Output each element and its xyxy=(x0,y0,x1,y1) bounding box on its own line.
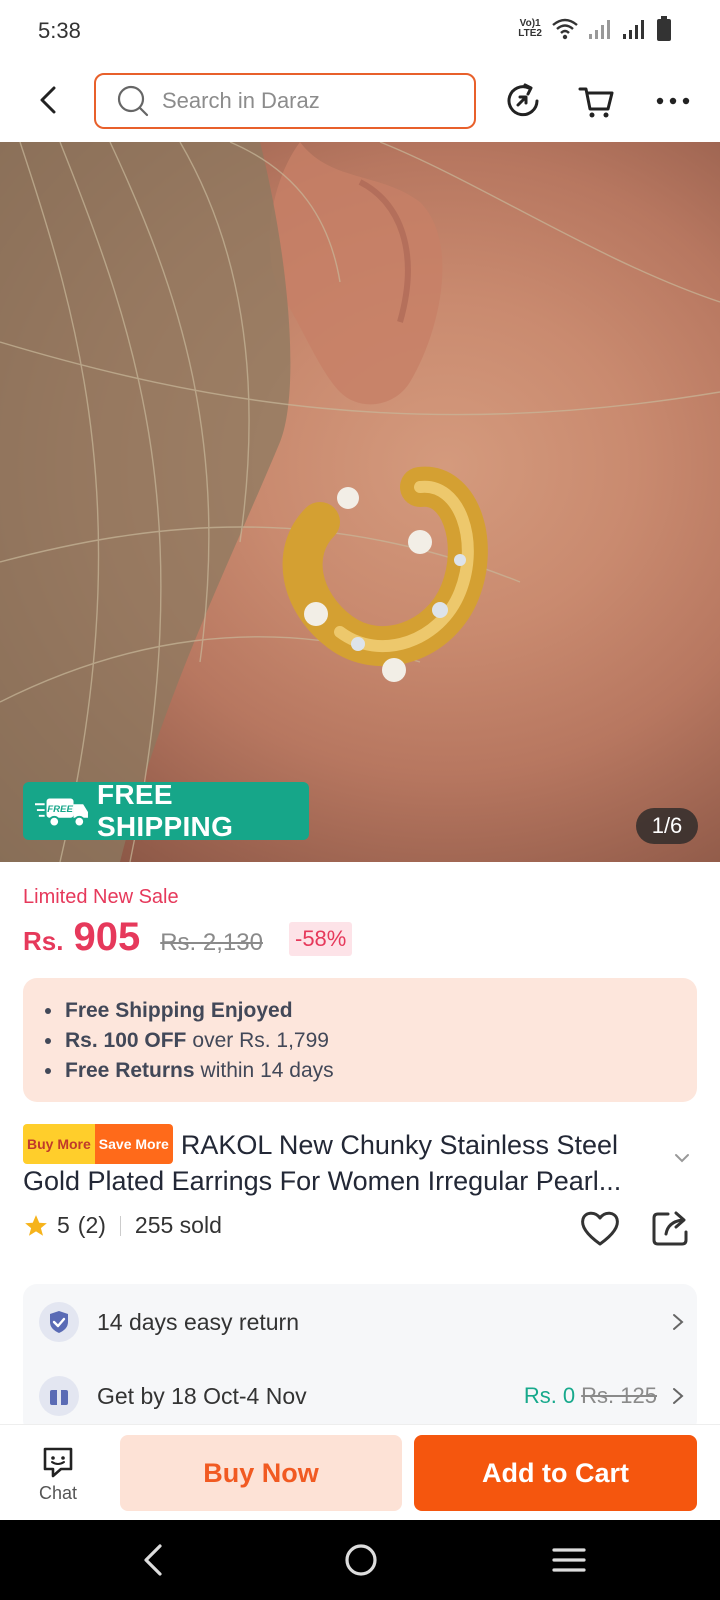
star-icon xyxy=(25,1214,47,1236)
discount-badge: -58% xyxy=(289,922,353,956)
sold-count: 255 sold xyxy=(134,1212,222,1238)
share-icon[interactable] xyxy=(650,1206,692,1248)
earring xyxy=(282,466,488,682)
package-icon xyxy=(39,1376,79,1416)
top-bar: Search in Daraz xyxy=(0,60,720,142)
price-currency: Rs. xyxy=(23,926,64,956)
delivery-row[interactable]: Get by 18 Oct-4 Nov Rs. 0 Rs. 125 xyxy=(39,1368,685,1424)
back-arrow-icon xyxy=(40,86,56,114)
benefit-item: Rs. 100 OFF over Rs. 1,799 xyxy=(45,1026,697,1056)
delivery-text: Get by 18 Oct-4 Nov xyxy=(97,1382,307,1409)
return-policy-row[interactable]: 14 days easy return xyxy=(39,1294,685,1350)
status-time: 5:38 xyxy=(38,18,81,43)
rating-count: (2) xyxy=(77,1212,106,1238)
return-policy-text: 14 days easy return xyxy=(97,1308,300,1335)
title-line-2: Gold Plated Earrings For Women Irregular… xyxy=(23,1166,622,1196)
chat-label: Chat xyxy=(38,1483,78,1503)
delivery-fee-current: Rs. 0 xyxy=(523,1383,576,1408)
price-row: Rs. 905 Rs. 2,130 xyxy=(23,915,281,960)
benefits-box[interactable]: Free Shipping Enjoyed Rs. 100 OFF over R… xyxy=(23,978,697,1102)
product-photo xyxy=(0,142,720,862)
back-button[interactable] xyxy=(28,78,68,122)
bullet xyxy=(45,1008,51,1014)
signal-icon xyxy=(589,20,610,39)
nav-home-icon xyxy=(345,1544,377,1576)
benefit-text: over Rs. 1,799 xyxy=(192,1029,329,1052)
benefit-bold: Rs. 100 OFF xyxy=(65,1029,187,1052)
title-line-1: RAKOL New Chunky Stainless Steel xyxy=(180,1130,619,1160)
product-image[interactable]: FREE FREE SHIPPING 1/6 xyxy=(0,142,720,862)
search-icon xyxy=(117,85,149,117)
delivery-fee-original: Rs. 125 xyxy=(581,1383,657,1408)
status-bar: 5:38 Vo)1 LTE2 xyxy=(0,0,720,60)
nav-back-button[interactable] xyxy=(128,1538,178,1582)
delivery-truck-icon: FREE xyxy=(35,798,88,828)
chevron-down-icon[interactable] xyxy=(670,1146,694,1170)
bullet xyxy=(45,1038,51,1044)
wifi-icon xyxy=(552,18,578,40)
buy-now-button[interactable]: Buy Now xyxy=(120,1435,402,1511)
shield-icon xyxy=(39,1302,79,1342)
nav-home-button[interactable] xyxy=(336,1538,386,1582)
save-more-tag: Save More xyxy=(94,1124,173,1164)
chevron-right-icon xyxy=(673,1314,684,1330)
image-counter: 1/6 xyxy=(636,808,698,844)
nav-recents-button[interactable] xyxy=(544,1538,594,1582)
benefit-item: Free Shipping Enjoyed xyxy=(45,996,697,1026)
buy-more-tag: Buy More xyxy=(23,1124,95,1164)
delivery-fee: Rs. 0 Rs. 125 xyxy=(524,1383,685,1409)
benefit-text: within 14 days xyxy=(200,1059,334,1082)
rating-score: 5 xyxy=(57,1212,70,1238)
volte-icon: Vo)1 LTE2 xyxy=(518,18,542,39)
nav-menu-icon xyxy=(552,1548,586,1572)
cart-button[interactable] xyxy=(574,78,620,124)
nav-back-icon xyxy=(144,1544,162,1576)
rating-row[interactable]: 5 (2) 255 sold xyxy=(23,1212,222,1239)
free-shipping-label: FREE SHIPPING xyxy=(96,779,234,842)
chat-icon xyxy=(43,1447,73,1478)
battery-icon xyxy=(657,16,671,41)
original-price: Rs. 2,130 xyxy=(160,929,263,956)
chat-button[interactable]: Chat xyxy=(26,1445,90,1515)
services-box: 14 days easy return Get by 18 Oct-4 Nov … xyxy=(23,1284,697,1434)
cart-icon xyxy=(578,87,614,118)
more-button[interactable] xyxy=(650,78,696,124)
heart-icon[interactable] xyxy=(578,1206,622,1250)
search-input[interactable]: Search in Daraz xyxy=(94,73,476,129)
benefit-bold: Free Shipping Enjoyed xyxy=(65,999,293,1022)
signal-icon xyxy=(623,20,644,39)
status-icons: Vo)1 LTE2 xyxy=(518,16,672,42)
benefit-bold: Free Returns xyxy=(65,1059,195,1082)
action-bar: Chat Buy Now Add to Cart xyxy=(0,1424,720,1520)
system-nav-bar xyxy=(0,1520,720,1600)
refresh-icon xyxy=(507,83,539,117)
promo-label: Limited New Sale xyxy=(23,886,179,908)
divider xyxy=(119,1215,121,1236)
refresh-button[interactable] xyxy=(500,78,546,124)
search-placeholder: Search in Daraz xyxy=(162,88,320,113)
product-title[interactable]: Buy More Save More RAKOL New Chunky Stainl… xyxy=(23,1124,673,1198)
add-to-cart-button[interactable]: Add to Cart xyxy=(414,1435,697,1511)
current-price: 905 xyxy=(73,915,141,959)
more-icon xyxy=(656,97,690,105)
bullet xyxy=(45,1068,51,1074)
benefit-item: Free Returns within 14 days xyxy=(45,1056,697,1086)
chevron-right-icon xyxy=(673,1388,684,1404)
svg-text:FREE: FREE xyxy=(47,804,73,815)
free-shipping-badge: FREE FREE SHIPPING xyxy=(23,779,309,842)
